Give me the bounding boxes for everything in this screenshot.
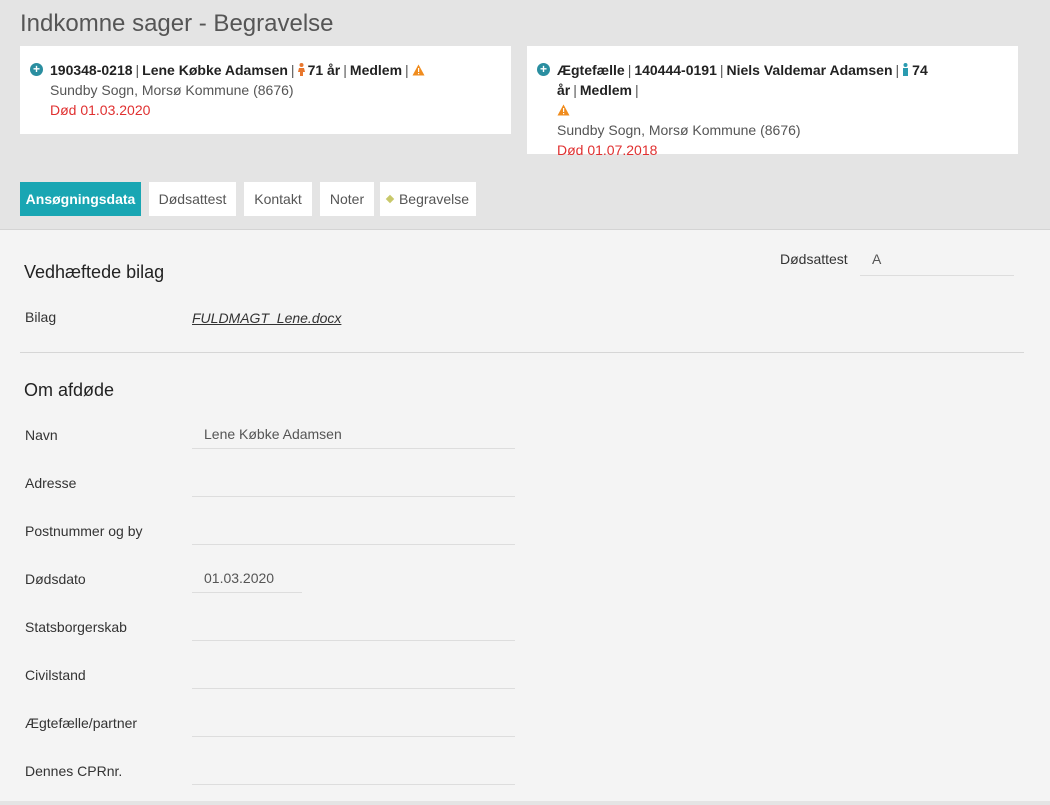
warning-icon: [557, 104, 570, 116]
warning-icon: [412, 64, 425, 76]
section-title-attachments: Vedhæftede bilag: [24, 262, 165, 282]
field-label-postnummer: Postnummer og by: [25, 523, 143, 539]
field-label-navn: Navn: [25, 427, 58, 443]
person-card-deceased: + 190348-0218 | Lene Købke Adamsen | 71 år | M…: [20, 46, 511, 134]
death-date: Død 01.03.2020: [50, 102, 151, 118]
field-label-aegtefaelle: Ægtefælle/partner: [25, 715, 138, 731]
field-cprnr[interactable]: [192, 758, 515, 785]
divider: [20, 352, 1024, 353]
header: Indkomne sager - Begravelse + 190348-021…: [0, 0, 1050, 230]
tab-doedsattest[interactable]: Dødsattest: [149, 182, 236, 216]
card-header-line: Ægtefælle | 140444-0191 | Niels Valdemar Ada…: [557, 60, 1004, 120]
field-adresse[interactable]: [192, 470, 515, 497]
tab-kontakt[interactable]: Kontakt: [244, 182, 312, 216]
male-person-icon: [903, 63, 909, 76]
tab-noter[interactable]: Noter: [320, 182, 374, 216]
tab-label: Begravelse: [398, 191, 470, 207]
location: Sundby Sogn, Morsø Kommune (8676): [557, 122, 801, 138]
female-person-icon: [297, 63, 305, 76]
person-name: Lene Købke Adamsen: [142, 62, 288, 78]
cpr-number: 190348-0218: [50, 62, 133, 78]
location: Sundby Sogn, Morsø Kommune (8676): [50, 82, 294, 98]
person-card-spouse: + Ægtefælle | 140444-0191 | Niels Valdemar A…: [527, 46, 1018, 158]
attachment-label: Bilag: [25, 309, 57, 325]
cpr-number: 140444-0191: [634, 62, 717, 78]
field-doedsdato[interactable]: 01.03.2020: [192, 566, 302, 593]
doedsattest-label: Dødsattest: [780, 251, 848, 267]
relation: Ægtefælle: [557, 62, 625, 78]
attachment-link[interactable]: FULDMAGT_Lene.docx: [192, 310, 341, 326]
age: 71 år: [307, 62, 341, 78]
section-title-deceased: Om afdøde: [24, 380, 115, 400]
page-title: Indkomne sager - Begravelse: [20, 10, 334, 37]
membership: Medlem: [579, 82, 632, 98]
death-date: Død 01.07.2018: [557, 142, 658, 158]
field-navn[interactable]: Lene Købke Adamsen: [192, 422, 515, 449]
field-label-cprnr: Dennes CPRnr.: [25, 763, 123, 779]
field-postnummer[interactable]: [192, 518, 515, 545]
card-header-line: 190348-0218 | Lene Købke Adamsen | 71 år | Med…: [50, 60, 497, 80]
tab-ansoegningsdata[interactable]: Ansøgningsdata: [20, 182, 141, 216]
diamond-icon: [385, 194, 395, 204]
plus-circle-icon[interactable]: +: [537, 63, 550, 76]
person-name: Niels Valdemar Adamsen: [726, 62, 893, 78]
plus-circle-icon[interactable]: +: [30, 63, 43, 76]
bottom-divider: [0, 801, 1050, 805]
field-label-civilstand: Civilstand: [25, 667, 86, 683]
field-statsborgerskab[interactable]: [192, 614, 515, 641]
field-label-doedsdato: Dødsdato: [25, 571, 86, 587]
field-label-adresse: Adresse: [25, 475, 77, 491]
field-civilstand[interactable]: [192, 662, 515, 689]
doedsattest-field[interactable]: A: [860, 249, 1014, 276]
tab-begravelse[interactable]: Begravelse: [380, 182, 476, 216]
membership: Medlem: [349, 62, 403, 78]
field-aegtefaelle[interactable]: [192, 710, 515, 737]
field-label-statsborgerskab: Statsborgerskab: [25, 619, 127, 635]
